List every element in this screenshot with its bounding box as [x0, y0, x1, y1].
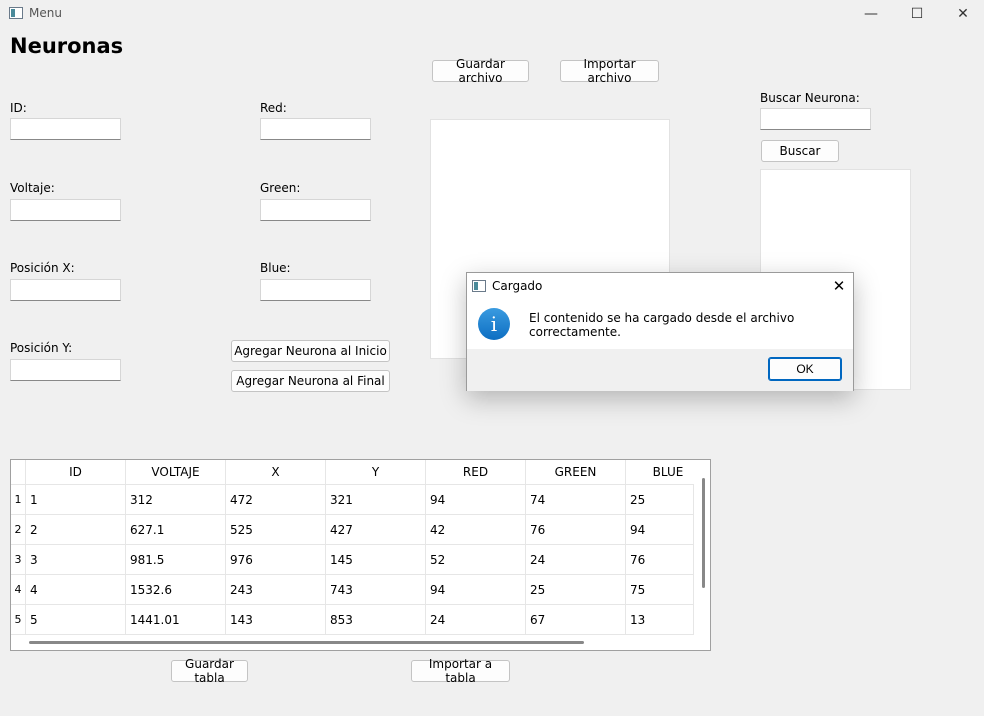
agregar-final-button[interactable]: Agregar Neurona al Final [231, 370, 390, 392]
table-cell[interactable]: 1 [26, 485, 126, 515]
table-cell[interactable]: 981.5 [126, 545, 226, 575]
table-cell[interactable]: 525 [226, 515, 326, 545]
neuronas-table[interactable]: ID VOLTAJE X Y RED GREEN BLUE 1 1 312 47… [10, 459, 711, 651]
table-cell[interactable]: 321 [326, 485, 426, 515]
table-cell[interactable]: 25 [626, 485, 694, 515]
table-cell[interactable]: 25 [526, 575, 626, 605]
buscar-button[interactable]: Buscar [761, 140, 839, 162]
column-header-green[interactable]: GREEN [526, 460, 626, 485]
table-cell[interactable]: 94 [426, 485, 526, 515]
table-cell[interactable]: 312 [126, 485, 226, 515]
posicion-y-label: Posición Y: [10, 341, 73, 355]
table-cell[interactable]: 853 [326, 605, 426, 635]
ok-button[interactable]: OK [768, 357, 842, 381]
voltaje-label: Voltaje: [10, 181, 55, 195]
table-cell[interactable]: 52 [426, 545, 526, 575]
posicion-y-field[interactable] [10, 359, 121, 381]
table-cell[interactable]: 75 [626, 575, 694, 605]
table-cell[interactable]: 76 [626, 545, 694, 575]
importar-archivo-button[interactable]: Importar archivo [560, 57, 659, 85]
table-cell[interactable]: 24 [426, 605, 526, 635]
column-header-id[interactable]: ID [26, 460, 126, 485]
voltaje-field[interactable] [10, 199, 121, 221]
agregar-inicio-button[interactable]: Agregar Neurona al Inicio [231, 340, 390, 362]
table-cell[interactable]: 13 [626, 605, 694, 635]
guardar-tabla-button[interactable]: Guardar tabla [171, 657, 248, 685]
app-icon [9, 7, 23, 19]
blue-field[interactable] [260, 279, 371, 301]
table-cell[interactable]: 976 [226, 545, 326, 575]
column-header-y[interactable]: Y [326, 460, 426, 485]
table-corner [11, 460, 26, 485]
importar-tabla-button[interactable]: Importar a tabla [411, 657, 510, 685]
horizontal-scrollbar-thumb[interactable] [29, 641, 584, 644]
green-field[interactable] [260, 199, 371, 221]
row-header[interactable]: 3 [11, 545, 26, 575]
table-cell[interactable]: 1441.01 [126, 605, 226, 635]
window-title: Menu [29, 6, 62, 20]
red-label: Red: [260, 101, 287, 115]
table-cell[interactable]: 24 [526, 545, 626, 575]
close-button[interactable]: ✕ [940, 0, 984, 28]
row-header[interactable]: 1 [11, 485, 26, 515]
posicion-x-field[interactable] [10, 279, 121, 301]
dialog-app-icon [472, 280, 486, 292]
table-cell[interactable]: 627.1 [126, 515, 226, 545]
table-cell[interactable]: 472 [226, 485, 326, 515]
minimize-button[interactable]: — [848, 0, 894, 28]
row-header[interactable]: 2 [11, 515, 26, 545]
table-cell[interactable]: 94 [626, 515, 694, 545]
guardar-archivo-button[interactable]: Guardar archivo [432, 57, 529, 85]
dialog-close-icon[interactable]: ✕ [827, 275, 851, 297]
table-cell[interactable]: 1532.6 [126, 575, 226, 605]
green-label: Green: [260, 181, 301, 195]
column-header-x[interactable]: X [226, 460, 326, 485]
title-bar: Menu — ☐ ✕ [0, 0, 984, 28]
table-cell[interactable]: 74 [526, 485, 626, 515]
cargado-dialog: Cargado ✕ i El contenido se ha cargado d… [466, 272, 854, 391]
information-icon: i [478, 308, 510, 340]
table-cell[interactable]: 743 [326, 575, 426, 605]
table-cell[interactable]: 2 [26, 515, 126, 545]
row-header[interactable]: 4 [11, 575, 26, 605]
buscar-neurona-field[interactable] [760, 108, 871, 130]
table-cell[interactable]: 67 [526, 605, 626, 635]
table-cell[interactable]: 4 [26, 575, 126, 605]
id-field[interactable] [10, 118, 121, 140]
id-label: ID: [10, 101, 27, 115]
row-header[interactable]: 5 [11, 605, 26, 635]
table-cell[interactable]: 94 [426, 575, 526, 605]
table-cell[interactable]: 76 [526, 515, 626, 545]
table-cell[interactable]: 3 [26, 545, 126, 575]
table-cell[interactable]: 42 [426, 515, 526, 545]
posicion-x-label: Posición X: [10, 261, 75, 275]
red-field[interactable] [260, 118, 371, 140]
table-cell[interactable]: 427 [326, 515, 426, 545]
table-cell[interactable]: 243 [226, 575, 326, 605]
column-header-red[interactable]: RED [426, 460, 526, 485]
buscar-neurona-label: Buscar Neurona: [760, 91, 860, 105]
maximize-button[interactable]: ☐ [894, 0, 940, 28]
column-header-voltaje[interactable]: VOLTAJE [126, 460, 226, 485]
page-title: Neuronas [10, 34, 124, 58]
table-cell[interactable]: 145 [326, 545, 426, 575]
dialog-title: Cargado [492, 279, 543, 293]
vertical-scrollbar-thumb[interactable] [702, 478, 705, 588]
table-cell[interactable]: 5 [26, 605, 126, 635]
table-cell[interactable]: 143 [226, 605, 326, 635]
dialog-message: El contenido se ha cargado desde el arch… [529, 311, 795, 339]
blue-label: Blue: [260, 261, 291, 275]
